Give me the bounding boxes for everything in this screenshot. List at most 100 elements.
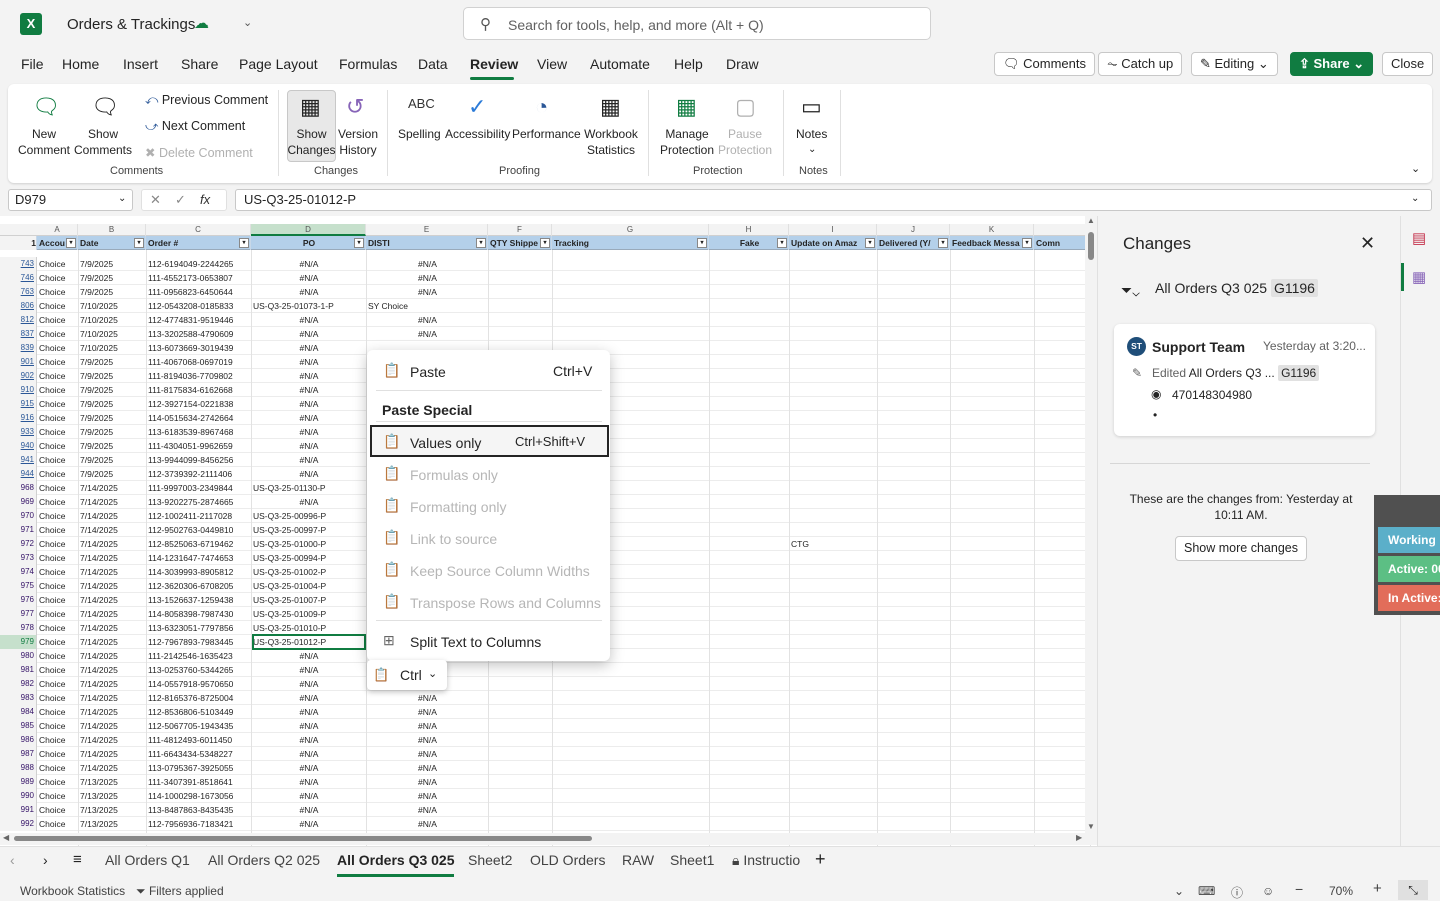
table-cell[interactable]: 111-4304051-9962659	[148, 439, 250, 453]
table-cell[interactable]	[791, 565, 876, 579]
table-cell[interactable]	[791, 803, 876, 817]
table-cell[interactable]	[554, 761, 708, 775]
menu-formulas[interactable]: Formulas	[339, 56, 397, 72]
table-cell[interactable]: 112-3927154-0221838	[148, 397, 250, 411]
table-cell[interactable]: Choice	[39, 341, 77, 355]
row-number[interactable]: 910	[0, 383, 37, 397]
table-cell[interactable]: 7/13/2025	[80, 789, 145, 803]
help-icon[interactable]: ⓘ	[1231, 884, 1243, 901]
table-cell[interactable]	[791, 313, 876, 327]
row-number[interactable]: 915	[0, 397, 37, 411]
table-cell[interactable]: 111-9997003-2349844	[148, 481, 250, 495]
table-cell[interactable]: #N/A	[253, 271, 365, 285]
table-row[interactable]: 982 Choice 7/14/2025 114-0557918-9570650 #N/…	[0, 677, 1090, 691]
table-cell[interactable]: Choice	[39, 481, 77, 495]
table-cell[interactable]: 111-0956823-6450644	[148, 285, 250, 299]
table-cell[interactable]: #N/A	[253, 425, 365, 439]
row-number[interactable]: 806	[0, 299, 37, 313]
table-cell[interactable]: 112-4774831-9519446	[148, 313, 250, 327]
table-cell[interactable]	[554, 313, 708, 327]
table-cell[interactable]	[791, 649, 876, 663]
ribbon-collapse-icon[interactable]: ⌄	[1411, 162, 1420, 175]
table-cell[interactable]: 7/14/2025	[80, 635, 145, 649]
menu-home[interactable]: Home	[62, 56, 99, 72]
column-header[interactable]: H	[709, 224, 789, 236]
table-cell[interactable]	[791, 635, 876, 649]
filter-dropdown-icon[interactable]: ▾	[354, 238, 364, 248]
menu-item-paste[interactable]: Paste	[410, 364, 446, 380]
table-cell[interactable]: #N/A	[253, 789, 365, 803]
table-cell[interactable]: Choice	[39, 747, 77, 761]
table-cell[interactable]: #N/A	[368, 313, 487, 327]
table-cell[interactable]: #N/A	[368, 817, 487, 831]
row-number[interactable]: 970	[0, 509, 37, 523]
table-cell[interactable]: 7/14/2025	[80, 509, 145, 523]
table-cell[interactable]	[791, 411, 876, 425]
row-number[interactable]: 991	[0, 803, 37, 817]
notes-button[interactable]: Notes	[796, 126, 827, 142]
table-cell[interactable]: 113-6183539-8967468	[148, 425, 250, 439]
chevron-down-icon[interactable]: ⌄	[243, 16, 252, 29]
table-cell[interactable]	[791, 593, 876, 607]
table-cell[interactable]: Choice	[39, 565, 77, 579]
table-row[interactable]: 986 Choice 7/14/2025 111-4812493-6011450 #N/…	[0, 733, 1090, 747]
add-sheet-icon[interactable]: +	[815, 849, 826, 870]
table-cell[interactable]	[554, 257, 708, 271]
row-number[interactable]: 983	[0, 691, 37, 705]
row-number[interactable]: 990	[0, 789, 37, 803]
table-cell[interactable]: 7/13/2025	[80, 803, 145, 817]
menu-page-layout[interactable]: Page Layout	[239, 56, 318, 72]
table-cell[interactable]	[791, 817, 876, 831]
menu-item-formatting-only[interactable]: Formatting only	[410, 499, 506, 515]
row-number[interactable]: 940	[0, 439, 37, 453]
table-cell[interactable]: 7/14/2025	[80, 579, 145, 593]
table-cell[interactable]: US-Q3-25-01002-P	[253, 565, 365, 579]
column-header[interactable]: C	[146, 224, 251, 236]
row-number[interactable]: 986	[0, 733, 37, 747]
table-cell[interactable]: Choice	[39, 355, 77, 369]
sheet-tab-old-orders[interactable]: OLD Orders	[530, 852, 605, 868]
table-cell[interactable]: Choice	[39, 299, 77, 313]
new-comment-button[interactable]: New Comment	[14, 126, 74, 158]
table-cell[interactable]: 7/14/2025	[80, 761, 145, 775]
table-cell[interactable]	[791, 705, 876, 719]
table-cell[interactable]: 112-7956936-7183421	[148, 817, 250, 831]
excel-logo-icon[interactable]: X	[20, 13, 42, 35]
table-cell[interactable]: 113-8487863-8435435	[148, 803, 250, 817]
table-cell[interactable]	[791, 355, 876, 369]
sheet-tab-all-orders-q2[interactable]: All Orders Q2 025	[208, 852, 320, 868]
table-cell[interactable]: Choice	[39, 327, 77, 341]
row-number[interactable]: 933	[0, 425, 37, 439]
row-number[interactable]: 992	[0, 817, 37, 831]
table-cell[interactable]: Choice	[39, 649, 77, 663]
table-cell[interactable]: #N/A	[253, 803, 365, 817]
table-cell[interactable]: 7/14/2025	[80, 495, 145, 509]
filter-dropdown-icon[interactable]: ▾	[476, 238, 486, 248]
table-cell[interactable]: #N/A	[368, 761, 487, 775]
table-cell[interactable]: Choice	[39, 285, 77, 299]
insert-function-icon[interactable]: fx	[200, 190, 210, 210]
table-row[interactable]: 984 Choice 7/14/2025 112-8536806-5103449 #N/…	[0, 705, 1090, 719]
table-cell[interactable]: 113-1526637-1259438	[148, 593, 250, 607]
table-cell[interactable]	[791, 453, 876, 467]
row-number[interactable]: 980	[0, 649, 37, 663]
table-cell[interactable]: #N/A	[368, 705, 487, 719]
sheet-tab-raw[interactable]: RAW	[622, 852, 654, 868]
menu-view[interactable]: View	[537, 56, 567, 72]
table-cell[interactable]: 111-8175834-6162668	[148, 383, 250, 397]
cancel-icon[interactable]: ✕	[150, 190, 161, 210]
table-cell[interactable]: Choice	[39, 411, 77, 425]
table-cell[interactable]	[554, 285, 708, 299]
table-cell[interactable]: Choice	[39, 803, 77, 817]
show-more-changes-button[interactable]: Show more changes	[1175, 536, 1307, 561]
menu-share[interactable]: Share	[181, 56, 218, 72]
formula-input[interactable]: US-Q3-25-01012-P	[235, 189, 1432, 211]
table-row[interactable]: 990 Choice 7/13/2025 114-1000298-1673056 #N/…	[0, 789, 1090, 803]
menu-review[interactable]: Review	[470, 56, 518, 72]
table-cell[interactable]: Choice	[39, 677, 77, 691]
sheet-tab-all-orders-q1[interactable]: All Orders Q1	[105, 852, 190, 868]
filter-dropdown-icon[interactable]: ▾	[938, 238, 948, 248]
table-cell[interactable]: 7/10/2025	[80, 341, 145, 355]
table-cell[interactable]: 112-1002411-2117028	[148, 509, 250, 523]
table-cell[interactable]	[791, 719, 876, 733]
